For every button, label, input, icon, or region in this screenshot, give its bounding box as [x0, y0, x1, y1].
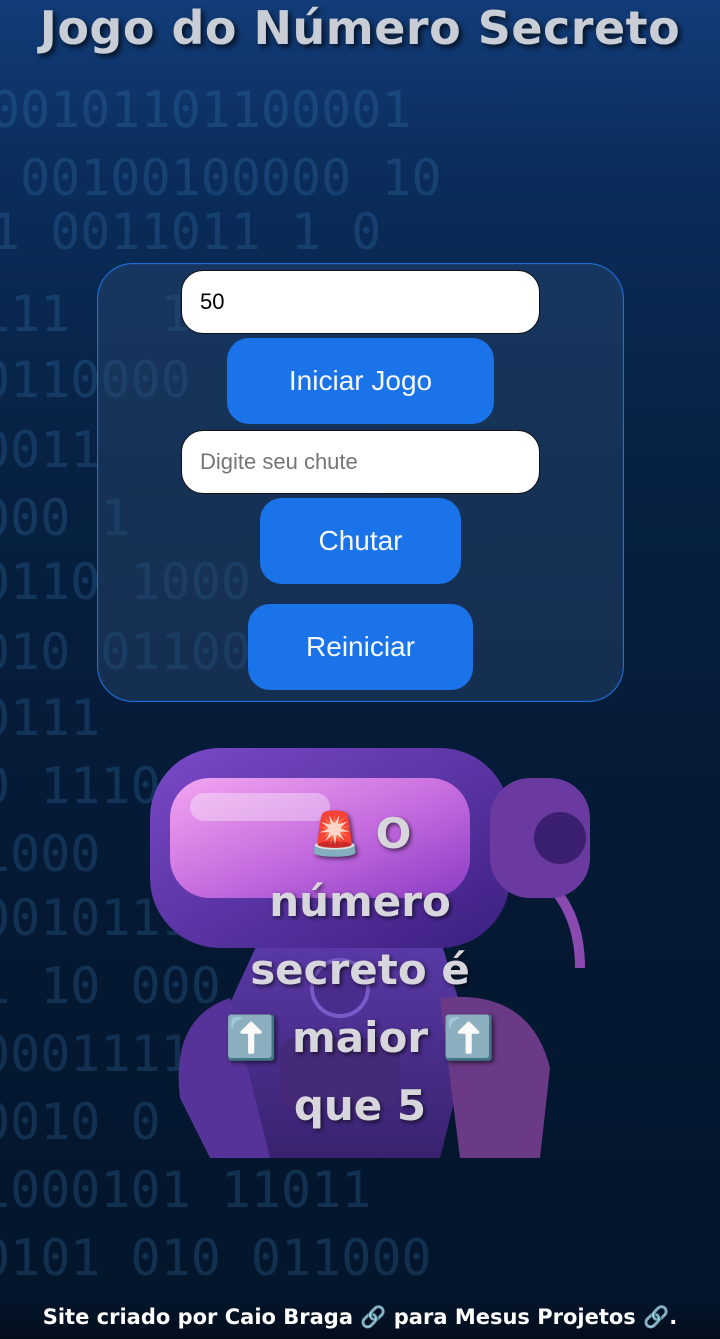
feedback-line: ⬆️ maior ⬆️ — [225, 1013, 495, 1062]
feedback-line: que 5 — [293, 1081, 427, 1130]
binary-row: 0101 010 011000 — [0, 1229, 432, 1287]
range-input-value: 50 — [200, 289, 225, 314]
binary-row: 0011 — [0, 421, 101, 479]
guess-input-placeholder: Digite seu chute — [200, 449, 358, 474]
author-link[interactable]: Caio Braga 🔗 — [225, 1305, 387, 1329]
feedback-message: 🚨 O número secreto é ⬆️ maior ⬆️ que 5 — [160, 800, 560, 1140]
footer-suffix: . — [669, 1305, 678, 1329]
binary-row: 00101101100001 — [0, 81, 412, 139]
binary-row: 1000101 11011 — [0, 1161, 372, 1219]
footer-middle: para — [386, 1305, 455, 1329]
footer-prefix: Site criado por — [42, 1305, 225, 1329]
feedback-line: número — [269, 877, 451, 926]
reset-button[interactable]: Reiniciar — [248, 604, 473, 690]
guess-button[interactable]: Chutar — [260, 498, 461, 584]
start-game-button[interactable]: Iniciar Jogo — [227, 338, 494, 424]
binary-row: 00100100000 10 — [0, 149, 442, 207]
guess-input[interactable]: Digite seu chute — [181, 430, 540, 494]
projects-link[interactable]: Mesus Projetos 🔗 — [455, 1305, 669, 1329]
footer: Site criado por Caio Braga 🔗 para Mesus … — [0, 1296, 720, 1339]
page-title: Jogo do Número Secreto — [39, 1, 681, 55]
feedback-line: 🚨 O — [308, 809, 412, 858]
range-input[interactable]: 50 — [181, 270, 540, 334]
binary-row: 1000 — [0, 825, 101, 883]
binary-row: 1 0011011 1 0 — [0, 203, 382, 261]
feedback-line: secreto é — [250, 945, 470, 994]
binary-row: 0111 — [0, 689, 101, 747]
